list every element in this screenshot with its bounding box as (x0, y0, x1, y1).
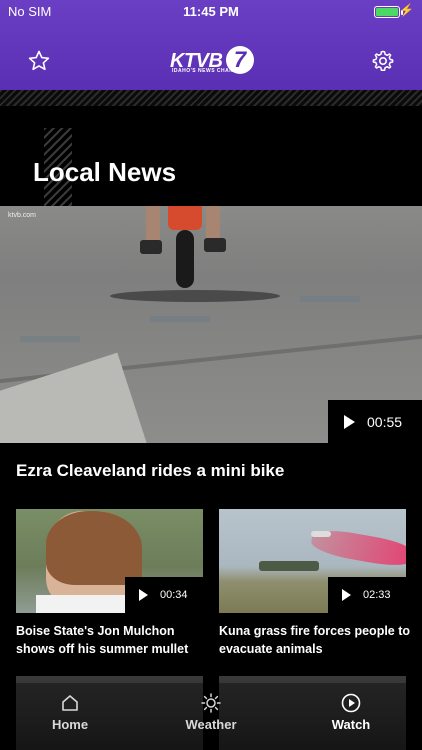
thumbnail-subject-hair (46, 511, 142, 585)
play-icon (139, 589, 148, 601)
favorites-button[interactable] (26, 48, 52, 74)
video-watermark: ktvb.com (8, 212, 37, 219)
status-bar: No SIM 11:45 PM ⚡ (0, 0, 422, 24)
settings-button[interactable] (370, 48, 396, 74)
battery-icon (374, 6, 403, 18)
play-icon (344, 414, 355, 429)
aircraft (311, 531, 331, 537)
play-icon (342, 589, 351, 601)
tab-label: Watch (331, 717, 371, 732)
hero-play-button[interactable]: 00:55 (328, 400, 422, 443)
tab-bar: Home Weather Watch (0, 683, 422, 750)
gear-icon (372, 50, 394, 71)
ktvb-logo[interactable]: KTVB IDAHO'S NEWS CHANNEL 7 (168, 46, 256, 76)
tree-line (259, 561, 319, 571)
clock: 11:45 PM (183, 4, 239, 19)
tab-watch[interactable]: Watch (301, 691, 401, 741)
section-title: Local News (33, 157, 177, 187)
road-mark (300, 296, 360, 302)
star-icon (28, 50, 50, 71)
logo-seven: 7 (226, 46, 254, 74)
story-headline[interactable]: Boise State's Jon Mulchon shows off his … (16, 622, 216, 658)
story-duration: 00:34 (160, 589, 188, 601)
sun-icon (201, 693, 221, 713)
tab-label: Home (51, 717, 89, 732)
road-mark (150, 316, 210, 322)
story-duration: 02:33 (363, 589, 391, 601)
story-thumbnail[interactable]: 02:33 (219, 509, 406, 613)
play-circle-icon (341, 693, 361, 713)
tab-home[interactable]: Home (20, 691, 120, 741)
story-headline[interactable]: Kuna grass fire forces people to evacuat… (219, 622, 419, 658)
story-thumbnail[interactable]: 00:34 (16, 509, 203, 613)
video-frame-subject (140, 206, 228, 298)
app-header: No SIM 11:45 PM ⚡ KTVB IDAHO'S NEWS CHAN… (0, 0, 422, 90)
tab-label: Weather (185, 717, 237, 732)
home-icon (62, 695, 78, 711)
charging-icon: ⚡ (399, 3, 414, 17)
story-play-button[interactable]: 00:34 (125, 577, 203, 613)
hero-duration: 00:55 (367, 413, 403, 430)
road-mark (20, 336, 80, 342)
story-play-button[interactable]: 02:33 (328, 577, 406, 613)
header-divider (0, 90, 422, 106)
tab-weather[interactable]: Weather (161, 691, 261, 741)
hero-video[interactable]: ktvb.com 00:55 (0, 206, 422, 443)
hero-headline[interactable]: Ezra Cleaveland rides a mini bike (16, 461, 284, 481)
